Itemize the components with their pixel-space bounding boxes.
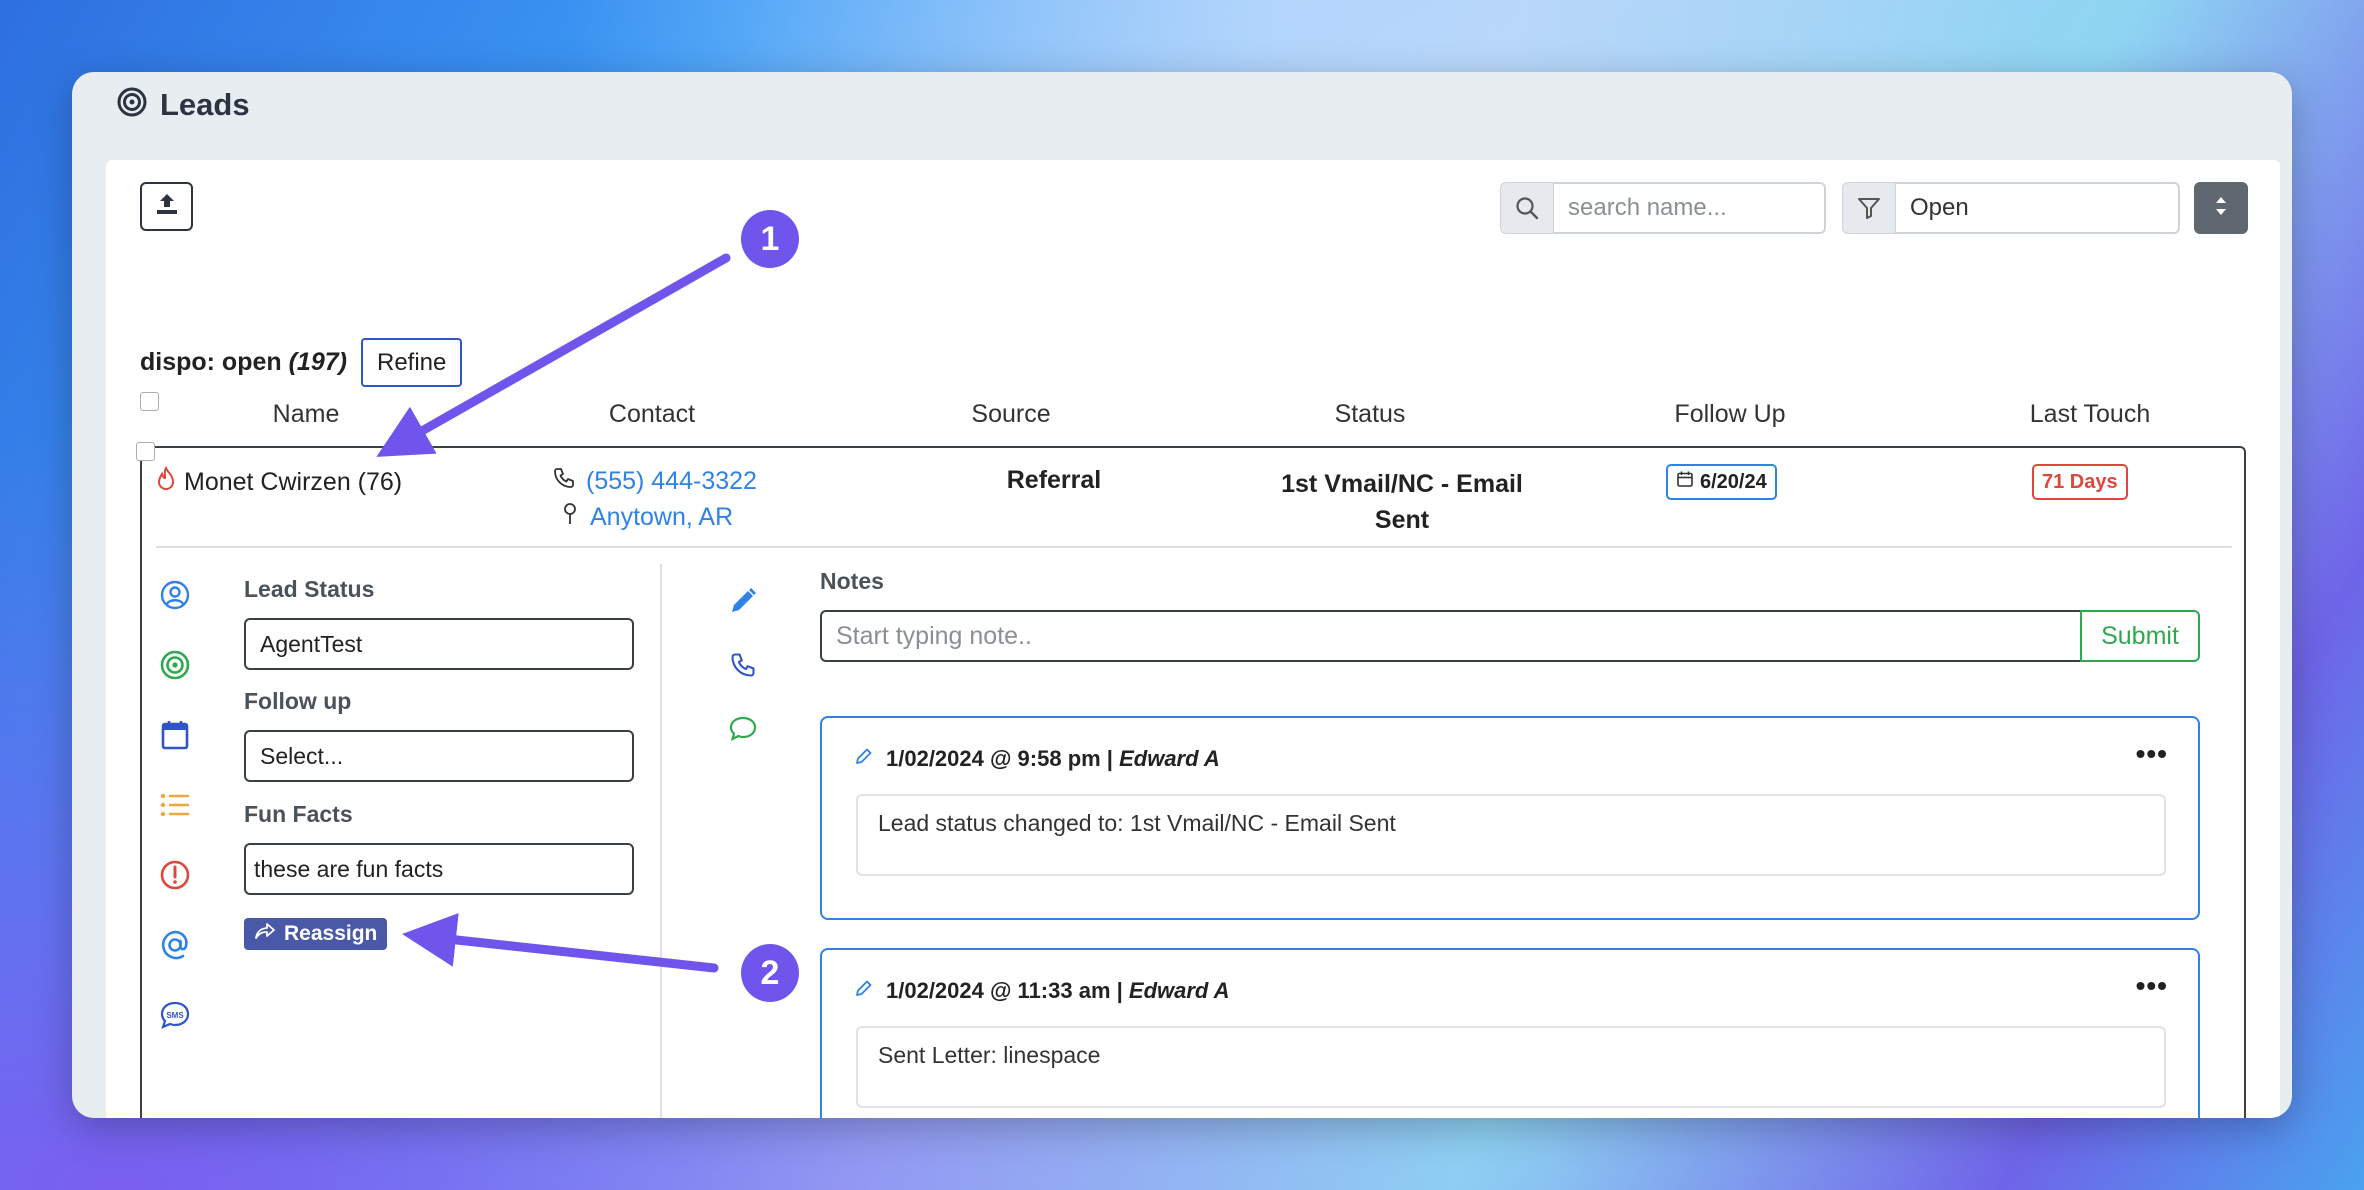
arrow-to-lead-name [376, 253, 731, 457]
annotation-arrows [376, 253, 731, 973]
callout-badge-2: 2 [741, 944, 799, 1002]
callout-badge-1: 1 [741, 210, 799, 268]
arrow-to-reassign [402, 913, 719, 973]
